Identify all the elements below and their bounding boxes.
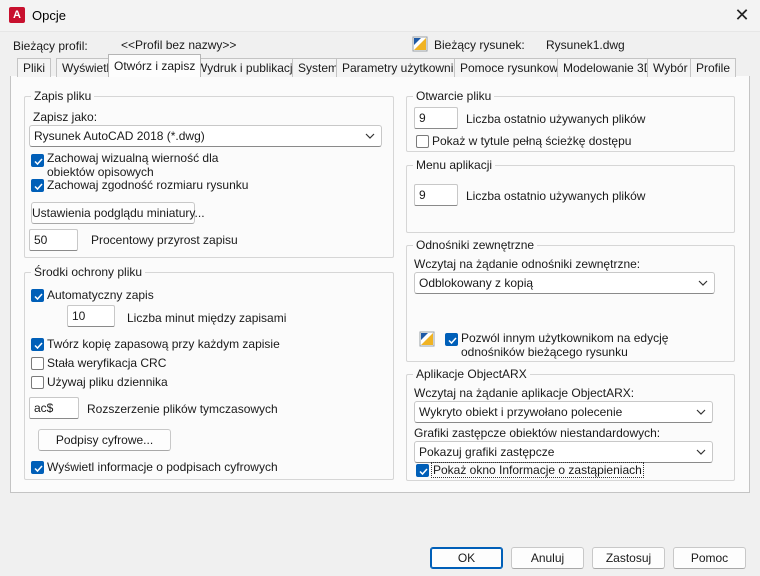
file-safety-group-title: Środki ochrony pliku [31,265,146,279]
tab-files[interactable]: Pliki [17,58,52,77]
window-title: Opcje [32,8,66,23]
keep-visual-fidelity-checkbox[interactable] [31,154,44,167]
xref-demand-load-value: Odblokowany z kopią [419,276,534,290]
save-as-label: Zapisz jako: [33,110,98,124]
help-button[interactable]: Pomoc [673,547,746,569]
incremental-save-input[interactable]: 50 [29,229,78,251]
current-profile-value: <<Profil bez nazwy>> [121,38,237,52]
show-proxy-info-label: Pokaż okno Informacje o zastąpieniach [431,462,644,478]
current-drawing-label: Bieżący rysunek: [434,38,525,52]
objectarx-group-title: Aplikacje ObjectARX [413,367,530,381]
tab-selection[interactable]: Wybór [647,58,694,77]
thumbnail-settings-button[interactable]: Ustawienia podglądu miniatury... [31,202,205,224]
close-icon: ✕ [734,5,750,25]
incremental-save-label: Procentowy przyrost zapisu [91,233,238,247]
allow-xref-edit-checkbox[interactable] [445,333,458,346]
chevron-down-icon [365,129,375,143]
backup-copy-label: Twórz kopię zapasową przy każdym zapisie [47,337,280,351]
keep-visual-fidelity-label: Zachowaj wizualną wierność dla obiektów … [47,151,219,179]
arx-demand-load-value: Wykryto obiekt i przywołano polecenie [419,405,623,419]
log-file-label: Używaj pliku dziennika [47,375,168,389]
app-menu-group-title: Menu aplikacji [413,158,496,172]
save-as-value: Rysunek AutoCAD 2018 (*.dwg) [34,129,205,143]
temp-extension-input[interactable]: ac$ [29,397,79,419]
proxy-images-dropdown[interactable]: Pokazuj grafiki zastępcze [414,441,713,463]
xref-demand-load-dropdown[interactable]: Odblokowany z kopią [414,272,715,294]
chevron-down-icon [696,405,706,419]
show-signature-info-checkbox[interactable] [31,461,44,474]
tab-user-preferences[interactable]: Parametry użytkownika [336,58,473,77]
arx-demand-load-dropdown[interactable]: Wykryto obiekt i przywołano polecenie [414,401,713,423]
autosave-label: Automatyczny zapis [47,288,154,302]
full-path-title-checkbox[interactable] [416,135,429,148]
autosave-minutes-label: Liczba minut między zapisami [127,311,287,325]
apply-button[interactable]: Zastosuj [592,547,665,569]
proxy-images-label: Grafiki zastępcze obiektów niestandardow… [414,426,661,440]
tab-display[interactable]: Wyświetl [56,58,116,77]
app-menu-recent-input[interactable]: 9 [414,184,458,206]
keep-size-compat-checkbox[interactable] [31,179,44,192]
close-button[interactable]: ✕ [728,4,756,28]
ok-button[interactable]: OK [430,547,503,569]
tab-plot-and-publish[interactable]: Wydruk i publikacja [190,58,306,77]
temp-extension-label: Rozszerzenie plików tymczasowych [87,402,278,416]
current-drawing-value: Rysunek1.dwg [546,38,625,52]
drawing-file-icon [419,331,435,347]
tab-3d-modeling[interactable]: Modelowanie 3D [557,58,659,77]
chevron-down-icon [696,445,706,459]
full-path-title-label: Pokaż w tytule pełną ścieżkę dostępu [432,134,632,148]
title-bar[interactable] [0,0,760,32]
recent-files-label: Liczba ostatnio używanych plików [466,112,646,126]
xrefs-group-title: Odnośniki zewnętrzne [413,238,538,252]
backup-copy-checkbox[interactable] [31,338,44,351]
arx-demand-load-label: Wczytaj na żądanie aplikacje ObjectARX: [414,386,635,400]
file-open-group-title: Otwarcie pliku [413,89,495,103]
keep-size-compat-label: Zachowaj zgodność rozmiaru rysunku [47,178,249,192]
crc-validation-label: Stała weryfikacja CRC [47,356,167,370]
cancel-button[interactable]: Anuluj [511,547,584,569]
autosave-minutes-input[interactable]: 10 [67,305,115,327]
allow-xref-edit-label: Pozwól innym użytkownikom na edycję odno… [461,331,669,359]
recent-files-input[interactable]: 9 [414,107,458,129]
tab-open-and-save[interactable]: Otwórz i zapisz [108,54,202,77]
crc-validation-checkbox[interactable] [31,357,44,370]
log-file-checkbox[interactable] [31,376,44,389]
drawing-file-icon [412,36,428,52]
show-proxy-info-checkbox[interactable] [416,464,429,477]
autocad-app-icon: A [9,7,25,23]
autosave-checkbox[interactable] [31,289,44,302]
proxy-images-value: Pokazuj grafiki zastępcze [419,445,555,459]
app-menu-recent-label: Liczba ostatnio używanych plików [466,189,646,203]
tab-drafting[interactable]: Pomoce rysunkowe [454,58,571,77]
show-signature-info-label: Wyświetl informacje o podpisach cyfrowyc… [47,460,278,474]
file-save-group-title: Zapis pliku [31,89,95,103]
chevron-down-icon [698,276,708,290]
current-profile-label: Bieżący profil: [13,39,88,53]
digital-signatures-button[interactable]: Podpisy cyfrowe... [38,429,171,451]
xref-demand-load-label: Wczytaj na żądanie odnośniki zewnętrzne: [414,257,641,271]
tab-profiles[interactable]: Profile [690,58,737,77]
save-as-dropdown[interactable]: Rysunek AutoCAD 2018 (*.dwg) [29,125,382,147]
